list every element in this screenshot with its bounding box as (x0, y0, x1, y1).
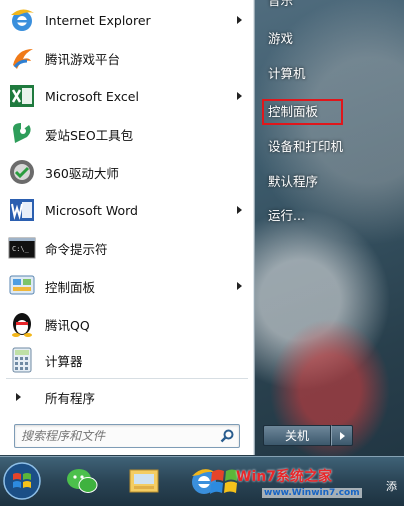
start-menu-programs-pane: Internet Explorer 腾讯游戏平台 Microsoft Excel… (0, 0, 255, 455)
program-360-driver[interactable]: 360驱动大师 (4, 154, 252, 190)
shutdown-options-arrow-icon[interactable] (331, 425, 353, 446)
program-control-panel[interactable]: 控制面板 (4, 268, 252, 304)
file-explorer-taskbar-icon[interactable] (122, 460, 170, 502)
program-label: 腾讯游戏平台 (45, 51, 121, 67)
watermark-url: www.Winwin7.com (262, 488, 362, 498)
qq-penguin-icon (7, 309, 37, 339)
search-icon[interactable] (219, 428, 235, 444)
shutdown-button[interactable]: 关机 (263, 425, 331, 446)
calculator-icon (7, 345, 37, 375)
submenu-arrow-icon[interactable] (237, 206, 242, 214)
program-label: Internet Explorer (45, 12, 151, 28)
all-programs-item[interactable]: 所有程序 (4, 385, 252, 409)
watermark-text: Win7系统之家 (236, 469, 332, 485)
menu-separator (6, 378, 248, 379)
submenu-arrow-icon[interactable] (237, 16, 242, 24)
program-label: 计算器 (45, 353, 83, 369)
command-prompt-icon: C:\_ (7, 233, 37, 263)
driver-master-icon (7, 157, 37, 187)
program-label: Microsoft Excel (45, 88, 139, 104)
aizhan-seo-icon (7, 119, 37, 149)
word-icon (7, 195, 37, 225)
control-panel-icon (7, 271, 37, 301)
right-link-games[interactable]: 游戏 (262, 26, 398, 52)
program-tencent-qq[interactable]: 腾讯QQ (4, 306, 252, 342)
program-internet-explorer[interactable]: Internet Explorer (4, 2, 252, 38)
submenu-arrow-icon[interactable] (237, 282, 242, 290)
all-programs-label: 所有程序 (45, 390, 96, 406)
submenu-arrow-icon[interactable] (237, 92, 242, 100)
program-label: Microsoft Word (45, 202, 138, 218)
start-orb-icon[interactable] (0, 460, 48, 502)
right-link-default-programs[interactable]: 默认程序 (262, 169, 398, 195)
program-label: 控制面板 (45, 279, 96, 295)
excel-icon (7, 81, 37, 111)
program-label: 360驱动大师 (45, 165, 119, 181)
program-tencent-games[interactable]: 腾讯游戏平台 (4, 40, 252, 76)
tencent-games-icon (7, 43, 37, 73)
program-label: 爱站SEO工具包 (45, 127, 134, 143)
right-link-devices-printers[interactable]: 设备和打印机 (262, 134, 398, 160)
program-microsoft-word[interactable]: Microsoft Word (4, 192, 252, 228)
svg-text:C:\_: C:\_ (12, 245, 30, 253)
program-aizhan-seo[interactable]: 爱站SEO工具包 (4, 116, 252, 152)
program-calculator[interactable]: 计算器 (4, 342, 252, 378)
right-link-run[interactable]: 运行... (262, 203, 398, 229)
program-microsoft-excel[interactable]: Microsoft Excel (4, 78, 252, 114)
search-box[interactable] (14, 424, 240, 448)
right-link-computer[interactable]: 计算机 (262, 61, 398, 87)
all-programs-arrow-icon (16, 393, 21, 401)
tray-text: 添 (386, 480, 397, 493)
right-link-music[interactable]: 音乐 (268, 0, 293, 9)
search-input[interactable] (21, 425, 211, 447)
internet-explorer-icon (7, 5, 37, 35)
program-label: 腾讯QQ (45, 317, 90, 333)
program-command-prompt[interactable]: C:\_ 命令提示符 (4, 230, 252, 266)
control-panel-highlight-box (262, 99, 343, 125)
wechat-taskbar-icon[interactable] (60, 460, 108, 502)
program-label: 命令提示符 (45, 241, 108, 257)
